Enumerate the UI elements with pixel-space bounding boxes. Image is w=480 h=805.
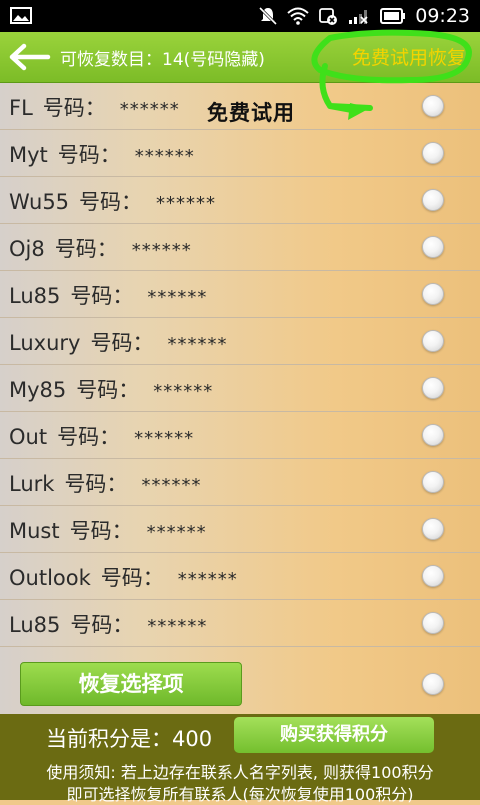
masked-number: ****** bbox=[141, 475, 202, 496]
number-label: 号码： bbox=[70, 284, 134, 308]
free-trial-annotation: 免费试用 bbox=[207, 100, 295, 125]
contact-select-radio[interactable] bbox=[422, 612, 444, 634]
contact-select-radio[interactable] bbox=[422, 377, 444, 399]
points-text: 当前积分是：400 bbox=[46, 727, 213, 751]
contact-name: Oj8 bbox=[9, 237, 45, 261]
masked-number: ****** bbox=[134, 428, 195, 449]
contact-text: Out 号码： ****** bbox=[9, 421, 194, 451]
masked-number: ****** bbox=[119, 99, 180, 120]
clock: 09:23 bbox=[415, 5, 470, 27]
contact-text: Lurk 号码： ****** bbox=[9, 468, 201, 498]
contact-row[interactable]: Outlook 号码： ****** bbox=[0, 553, 480, 600]
contact-select-radio[interactable] bbox=[422, 189, 444, 211]
contact-select-radio[interactable] bbox=[422, 330, 444, 352]
contact-name: Must bbox=[9, 519, 60, 543]
number-label: 号码： bbox=[70, 613, 134, 637]
mute-icon bbox=[259, 6, 278, 26]
status-icons: 09:23 bbox=[258, 4, 470, 28]
contact-row[interactable]: Myt 号码： ****** bbox=[0, 130, 480, 177]
masked-number: ****** bbox=[177, 569, 238, 590]
contact-row[interactable]: Oj8 号码： ****** bbox=[0, 224, 480, 271]
contact-text: Wu55 号码： ****** bbox=[9, 186, 216, 216]
contact-select-radio[interactable] bbox=[422, 471, 444, 493]
contact-row[interactable]: Must 号码： ****** bbox=[0, 506, 480, 553]
action-row: 恢复选择项 bbox=[0, 647, 480, 717]
contact-text: Outlook 号码： ****** bbox=[9, 562, 238, 592]
usage-note-line1: 使用须知: 若上边存在联系人名字列表, 则获得100积分 bbox=[46, 763, 434, 782]
contact-select-radio[interactable] bbox=[422, 424, 444, 446]
contact-select-radio[interactable] bbox=[422, 518, 444, 540]
usage-note-line2: 即可选择恢复所有联系人(每次恢复使用100积分) bbox=[66, 785, 414, 804]
number-label: 号码： bbox=[79, 190, 143, 214]
page-title: 可恢复数目：14(号码隐藏) bbox=[60, 50, 265, 70]
masked-number: ****** bbox=[134, 146, 195, 167]
number-label: 号码： bbox=[64, 472, 128, 496]
contact-row[interactable]: Out 号码： ****** bbox=[0, 412, 480, 459]
masked-number: ****** bbox=[146, 522, 207, 543]
contact-row[interactable]: My85 号码： ****** bbox=[0, 365, 480, 412]
contact-text: Myt 号码： ****** bbox=[9, 139, 195, 169]
contact-select-radio[interactable] bbox=[422, 283, 444, 305]
masked-number: ****** bbox=[147, 616, 208, 637]
number-label: 号码： bbox=[69, 519, 133, 543]
arrow-left-icon[interactable] bbox=[8, 42, 52, 72]
signal-icon bbox=[349, 10, 368, 24]
contact-select-radio[interactable] bbox=[422, 236, 444, 258]
contact-select-radio[interactable] bbox=[422, 95, 444, 117]
header-bar: 可恢复数目：14(号码隐藏) 免费试用恢复 bbox=[0, 32, 480, 83]
number-label: 号码： bbox=[100, 566, 164, 590]
buy-points-button[interactable]: 购买获得积分 bbox=[234, 717, 434, 753]
contact-name: Outlook bbox=[9, 566, 91, 590]
contact-select-radio[interactable] bbox=[422, 565, 444, 587]
contact-text: Luxury 号码： ****** bbox=[9, 327, 227, 357]
contact-list: FL 号码： ****** Myt 号码： ****** Wu55 号码： ****** Oj8 号… bbox=[0, 83, 480, 717]
contact-text: My85 号码： ****** bbox=[9, 374, 213, 404]
contact-row[interactable]: Lu85 号码： ****** bbox=[0, 271, 480, 318]
number-label: 号码： bbox=[57, 425, 121, 449]
contact-name: Out bbox=[9, 425, 48, 449]
masked-number: ****** bbox=[156, 193, 217, 214]
contact-text: FL 号码： ****** bbox=[9, 92, 180, 122]
contact-name: Myt bbox=[9, 143, 48, 167]
select-all-radio[interactable] bbox=[422, 673, 444, 695]
footer-panel: 当前积分是：400 购买获得积分 使用须知: 若上边存在联系人名字列表, 则获得… bbox=[0, 714, 480, 804]
restore-selected-button[interactable]: 恢复选择项 bbox=[20, 662, 242, 706]
masked-number: ****** bbox=[131, 240, 192, 261]
contact-row[interactable]: Lurk 号码： ****** bbox=[0, 459, 480, 506]
contact-name: My85 bbox=[9, 378, 67, 402]
contact-text: Must 号码： ****** bbox=[9, 515, 207, 545]
number-label: 号码： bbox=[90, 331, 154, 355]
sync-icon bbox=[319, 8, 338, 25]
contact-row[interactable]: Wu55 号码： ****** bbox=[0, 177, 480, 224]
contact-name: Lu85 bbox=[9, 613, 61, 637]
contact-select-radio[interactable] bbox=[422, 142, 444, 164]
contact-name: FL bbox=[9, 96, 33, 120]
contact-name: Lurk bbox=[9, 472, 55, 496]
contact-row[interactable]: Luxury 号码： ****** bbox=[0, 318, 480, 365]
battery-icon bbox=[380, 8, 406, 24]
free-trial-restore-button[interactable]: 免费试用恢复 bbox=[352, 43, 466, 70]
number-label: 号码： bbox=[57, 143, 121, 167]
status-bar: 09:23 bbox=[0, 0, 480, 32]
image-icon bbox=[10, 7, 32, 24]
contact-text: Oj8 号码： ****** bbox=[9, 233, 192, 263]
masked-number: ****** bbox=[153, 381, 214, 402]
contact-name: Luxury bbox=[9, 331, 81, 355]
number-label: 号码： bbox=[42, 96, 106, 120]
contact-text: Lu85 号码： ****** bbox=[9, 609, 207, 639]
contact-text: Lu85 号码： ****** bbox=[9, 280, 207, 310]
contact-row[interactable]: Lu85 号码： ****** bbox=[0, 600, 480, 647]
contact-name: Lu85 bbox=[9, 284, 61, 308]
masked-number: ****** bbox=[147, 287, 208, 308]
masked-number: ****** bbox=[167, 334, 228, 355]
number-label: 号码： bbox=[76, 378, 140, 402]
contact-name: Wu55 bbox=[9, 190, 70, 214]
number-label: 号码： bbox=[54, 237, 118, 261]
wifi-icon bbox=[287, 7, 309, 25]
